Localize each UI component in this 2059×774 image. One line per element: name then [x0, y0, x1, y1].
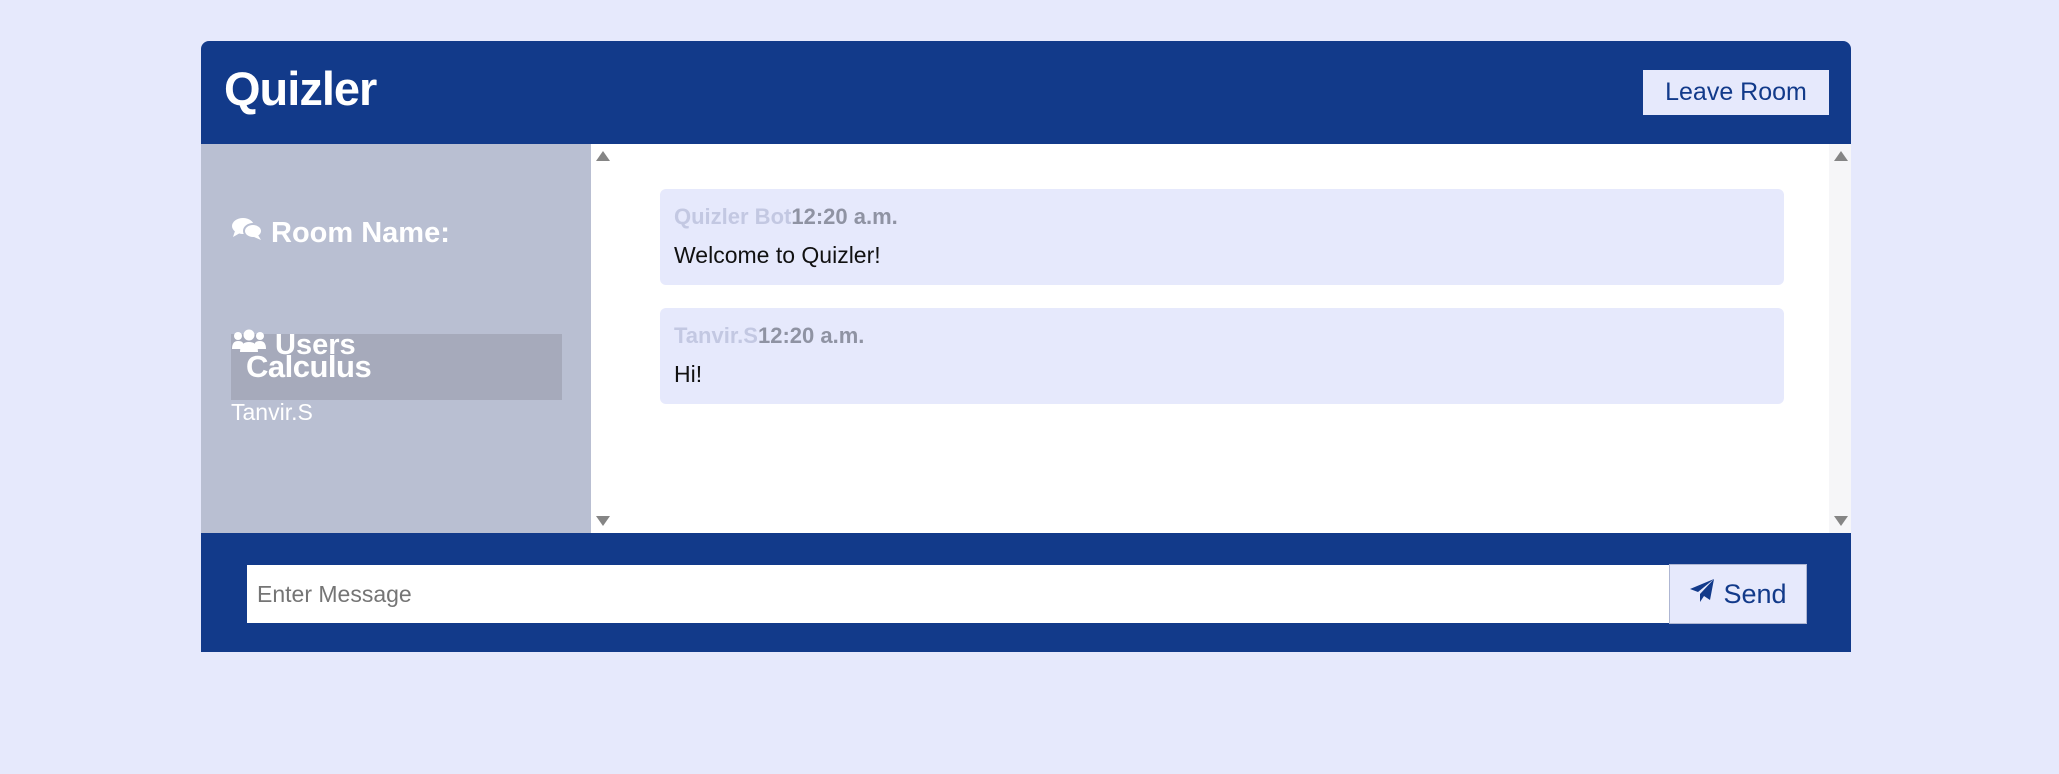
scroll-up-arrow-icon[interactable]	[1834, 151, 1848, 161]
users-heading: Users	[231, 328, 356, 361]
chat-sidebar: Room Name: Calculus Users Tanvir.S	[201, 144, 591, 533]
users-icon	[231, 328, 267, 361]
chat-app: Quizler Leave Room Room Name: Calculus U…	[201, 41, 1851, 652]
scroll-down-arrow-icon[interactable]	[1834, 516, 1848, 526]
scroll-down-arrow-icon[interactable]	[596, 516, 610, 526]
leave-room-button[interactable]: Leave Room	[1643, 70, 1829, 115]
message-text: Hi!	[674, 361, 703, 387]
messages-scrollbar[interactable]	[1829, 144, 1851, 533]
chat-message: Quizler Bot12:20 a.m. Welcome to Quizler…	[660, 189, 1784, 285]
app-header: Quizler Leave Room	[201, 41, 1851, 144]
message-text: Welcome to Quizler!	[674, 242, 881, 268]
message-meta: Quizler Bot12:20 a.m.	[674, 204, 898, 230]
app-logo: Quizler	[224, 62, 377, 115]
room-name-label: Room Name:	[271, 216, 450, 249]
message-time: 12:20 a.m.	[791, 204, 898, 229]
scroll-up-arrow-icon[interactable]	[596, 151, 610, 161]
chat-message: Tanvir.S12:20 a.m. Hi!	[660, 308, 1784, 404]
message-composer: Send	[201, 533, 1851, 652]
paper-plane-icon	[1689, 578, 1715, 611]
sidebar-scrollbar[interactable]	[591, 144, 613, 533]
user-item: Tanvir.S	[231, 399, 313, 425]
comments-icon	[231, 216, 263, 249]
room-name-heading: Room Name:	[231, 216, 450, 249]
chat-messages: Quizler Bot12:20 a.m. Welcome to Quizler…	[591, 144, 1851, 533]
send-button[interactable]: Send	[1669, 564, 1807, 624]
send-button-label: Send	[1723, 578, 1787, 609]
message-time: 12:20 a.m.	[757, 323, 865, 348]
users-list: Tanvir.S	[231, 398, 313, 426]
message-author: Tanvir.S	[674, 323, 758, 348]
message-input[interactable]	[247, 565, 1669, 623]
message-author: Quizler Bot	[674, 204, 792, 229]
message-meta: Tanvir.S12:20 a.m.	[674, 323, 864, 349]
users-label: Users	[275, 328, 356, 361]
